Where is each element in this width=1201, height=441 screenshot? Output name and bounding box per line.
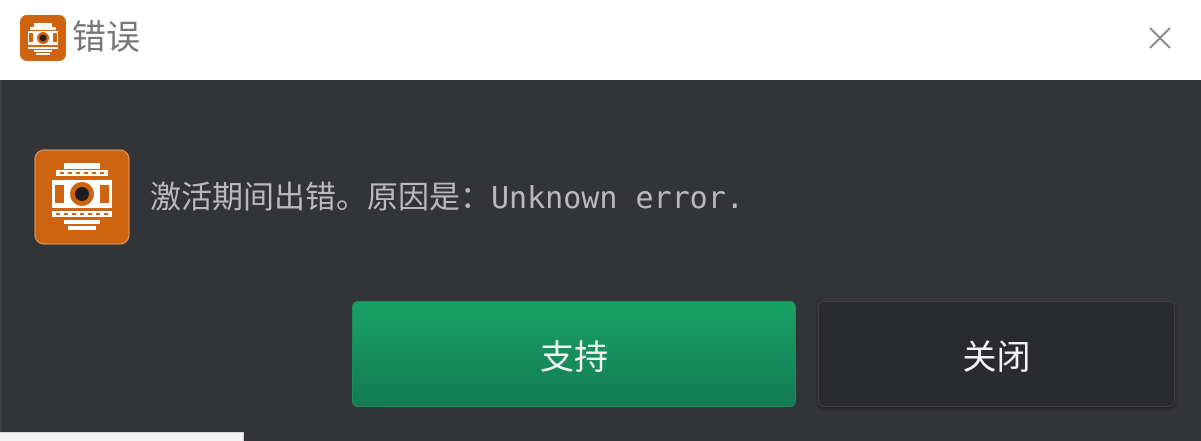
error-dialog-window: 错误 激活期间出错。原因是：Unknown error. 支持 关闭 [0, 0, 1201, 441]
close-button[interactable]: 关闭 [818, 301, 1175, 407]
error-reason: Unknown error. [491, 181, 744, 216]
app-icon [20, 15, 66, 61]
error-message-prefix: 激活期间出错。原因是： [150, 180, 491, 216]
film-camera-icon [34, 149, 130, 245]
close-icon[interactable] [1143, 21, 1177, 55]
support-button[interactable]: 支持 [352, 301, 796, 407]
title-bar: 错误 [0, 0, 1201, 80]
window-title: 错误 [72, 18, 140, 58]
error-message: 激活期间出错。原因是：Unknown error. [150, 176, 744, 221]
underlying-window-edge [0, 432, 244, 441]
window-edge [0, 80, 2, 441]
